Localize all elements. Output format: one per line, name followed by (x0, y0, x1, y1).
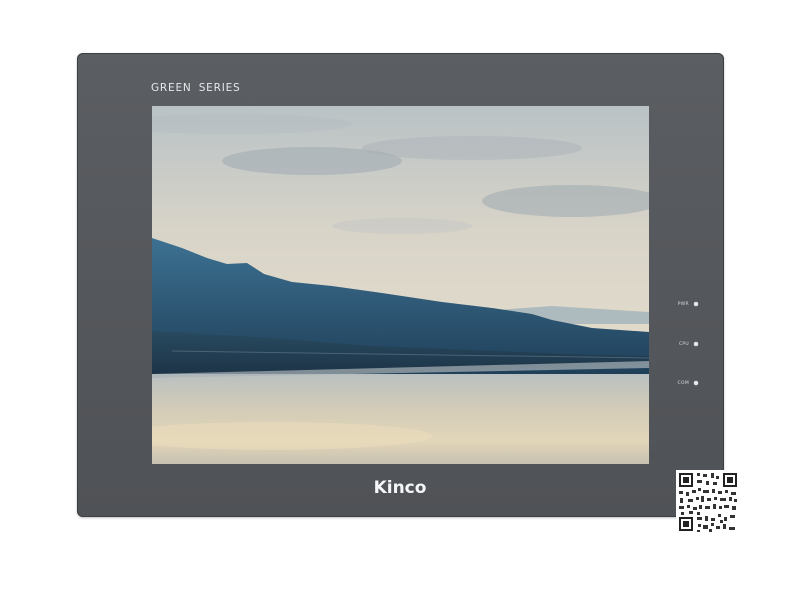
cpu-indicator: CPU (674, 339, 698, 349)
cpu-label: CPU (678, 341, 689, 347)
com-indicator: COM (674, 378, 698, 388)
qr-code-icon (676, 470, 740, 534)
pwr-label: PWR (677, 301, 689, 307)
pwr-led-icon (694, 302, 698, 306)
touch-screen[interactable] (152, 106, 649, 464)
com-led-icon (694, 381, 698, 385)
landscape-photo (152, 106, 649, 464)
com-label: COM (677, 380, 689, 386)
cpu-led-icon (694, 342, 698, 346)
pwr-indicator: PWR (674, 299, 698, 309)
series-label: GREEN SERIES (151, 82, 241, 94)
